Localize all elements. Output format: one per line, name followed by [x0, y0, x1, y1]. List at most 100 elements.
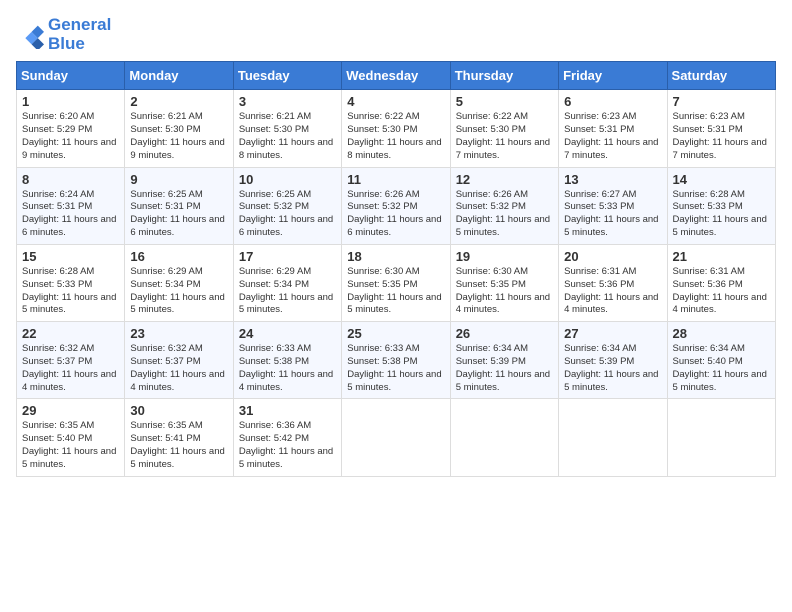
calendar-cell	[342, 399, 450, 476]
day-number: 24	[239, 326, 336, 341]
day-number: 14	[673, 172, 770, 187]
cell-content: Sunrise: 6:21 AMSunset: 5:30 PMDaylight:…	[130, 111, 227, 162]
calendar-cell: 31 Sunrise: 6:36 AMSunset: 5:42 PMDayligh…	[233, 399, 341, 476]
weekday-header-monday: Monday	[125, 62, 233, 90]
cell-content: Sunrise: 6:22 AMSunset: 5:30 PMDaylight:…	[456, 111, 553, 162]
day-number: 3	[239, 94, 336, 109]
weekday-header-sunday: Sunday	[17, 62, 125, 90]
day-number: 5	[456, 94, 553, 109]
logo-line1: General	[48, 16, 111, 35]
calendar-cell: 23 Sunrise: 6:32 AMSunset: 5:37 PMDayligh…	[125, 322, 233, 399]
cell-content: Sunrise: 6:23 AMSunset: 5:31 PMDaylight:…	[564, 111, 661, 162]
calendar-cell: 21 Sunrise: 6:31 AMSunset: 5:36 PMDayligh…	[667, 244, 775, 321]
calendar-cell	[667, 399, 775, 476]
cell-content: Sunrise: 6:35 AMSunset: 5:40 PMDaylight:…	[22, 420, 119, 471]
day-number: 4	[347, 94, 444, 109]
calendar-cell: 13 Sunrise: 6:27 AMSunset: 5:33 PMDayligh…	[559, 167, 667, 244]
cell-content: Sunrise: 6:27 AMSunset: 5:33 PMDaylight:…	[564, 189, 661, 240]
calendar-cell: 9Sunrise: 6:25 AMSunset: 5:31 PMDaylight…	[125, 167, 233, 244]
calendar-week-4: 22 Sunrise: 6:32 AMSunset: 5:37 PMDayligh…	[17, 322, 776, 399]
day-number: 19	[456, 249, 553, 264]
calendar-cell: 5 Sunrise: 6:22 AMSunset: 5:30 PMDaylight…	[450, 90, 558, 167]
weekday-header-friday: Friday	[559, 62, 667, 90]
day-number: 22	[22, 326, 119, 341]
calendar-cell: 14 Sunrise: 6:28 AMSunset: 5:33 PMDayligh…	[667, 167, 775, 244]
calendar-cell: 29 Sunrise: 6:35 AMSunset: 5:40 PMDayligh…	[17, 399, 125, 476]
weekday-header-tuesday: Tuesday	[233, 62, 341, 90]
weekday-header-wednesday: Wednesday	[342, 62, 450, 90]
day-number: 13	[564, 172, 661, 187]
day-number: 15	[22, 249, 119, 264]
cell-content: Sunrise: 6:36 AMSunset: 5:42 PMDaylight:…	[239, 420, 336, 471]
logo-line2: Blue	[48, 35, 111, 54]
cell-content: Sunrise: 6:29 AMSunset: 5:34 PMDaylight:…	[130, 266, 227, 317]
header: General Blue	[16, 16, 776, 53]
calendar-week-5: 29 Sunrise: 6:35 AMSunset: 5:40 PMDayligh…	[17, 399, 776, 476]
cell-content: Sunrise: 6:30 AMSunset: 5:35 PMDaylight:…	[347, 266, 444, 317]
calendar-cell	[450, 399, 558, 476]
calendar-cell: 3Sunrise: 6:21 AMSunset: 5:30 PMDaylight…	[233, 90, 341, 167]
calendar-cell: 20Sunrise: 6:31 AMSunset: 5:36 PMDayligh…	[559, 244, 667, 321]
cell-content: Sunrise: 6:25 AMSunset: 5:32 PMDaylight:…	[239, 189, 336, 240]
calendar-week-2: 8Sunrise: 6:24 AMSunset: 5:31 PMDaylight…	[17, 167, 776, 244]
calendar-cell: 19 Sunrise: 6:30 AMSunset: 5:35 PMDayligh…	[450, 244, 558, 321]
day-number: 30	[130, 403, 227, 418]
cell-content: Sunrise: 6:30 AMSunset: 5:35 PMDaylight:…	[456, 266, 553, 317]
cell-content: Sunrise: 6:32 AMSunset: 5:37 PMDaylight:…	[22, 343, 119, 394]
cell-content: Sunrise: 6:29 AMSunset: 5:34 PMDaylight:…	[239, 266, 336, 317]
logo-area: General Blue	[16, 16, 111, 53]
cell-content: Sunrise: 6:34 AMSunset: 5:39 PMDaylight:…	[564, 343, 661, 394]
cell-content: Sunrise: 6:23 AMSunset: 5:31 PMDaylight:…	[673, 111, 770, 162]
calendar-cell: 25Sunrise: 6:33 AMSunset: 5:38 PMDayligh…	[342, 322, 450, 399]
calendar-cell: 7 Sunrise: 6:23 AMSunset: 5:31 PMDaylight…	[667, 90, 775, 167]
day-number: 1	[22, 94, 119, 109]
calendar-table: SundayMondayTuesdayWednesdayThursdayFrid…	[16, 61, 776, 476]
calendar-cell: 11 Sunrise: 6:26 AMSunset: 5:32 PMDayligh…	[342, 167, 450, 244]
day-number: 18	[347, 249, 444, 264]
cell-content: Sunrise: 6:28 AMSunset: 5:33 PMDaylight:…	[673, 189, 770, 240]
calendar-cell: 2 Sunrise: 6:21 AMSunset: 5:30 PMDaylight…	[125, 90, 233, 167]
calendar-cell: 15 Sunrise: 6:28 AMSunset: 5:33 PMDayligh…	[17, 244, 125, 321]
calendar-cell: 27 Sunrise: 6:34 AMSunset: 5:39 PMDayligh…	[559, 322, 667, 399]
day-number: 27	[564, 326, 661, 341]
calendar-cell: 26 Sunrise: 6:34 AMSunset: 5:39 PMDayligh…	[450, 322, 558, 399]
cell-content: Sunrise: 6:31 AMSunset: 5:36 PMDaylight:…	[564, 266, 661, 317]
day-number: 29	[22, 403, 119, 418]
cell-content: Sunrise: 6:32 AMSunset: 5:37 PMDaylight:…	[130, 343, 227, 394]
cell-content: Sunrise: 6:22 AMSunset: 5:30 PMDaylight:…	[347, 111, 444, 162]
cell-content: Sunrise: 6:34 AMSunset: 5:39 PMDaylight:…	[456, 343, 553, 394]
day-number: 21	[673, 249, 770, 264]
cell-content: Sunrise: 6:20 AMSunset: 5:29 PMDaylight:…	[22, 111, 119, 162]
calendar-cell	[559, 399, 667, 476]
cell-content: Sunrise: 6:28 AMSunset: 5:33 PMDaylight:…	[22, 266, 119, 317]
day-number: 7	[673, 94, 770, 109]
cell-content: Sunrise: 6:35 AMSunset: 5:41 PMDaylight:…	[130, 420, 227, 471]
calendar-cell: 30 Sunrise: 6:35 AMSunset: 5:41 PMDayligh…	[125, 399, 233, 476]
day-number: 28	[673, 326, 770, 341]
calendar-cell: 1 Sunrise: 6:20 AMSunset: 5:29 PMDaylight…	[17, 90, 125, 167]
day-number: 10	[239, 172, 336, 187]
day-number: 31	[239, 403, 336, 418]
calendar-cell: 12Sunrise: 6:26 AMSunset: 5:32 PMDayligh…	[450, 167, 558, 244]
cell-content: Sunrise: 6:33 AMSunset: 5:38 PMDaylight:…	[239, 343, 336, 394]
day-number: 6	[564, 94, 661, 109]
day-number: 11	[347, 172, 444, 187]
day-number: 23	[130, 326, 227, 341]
calendar-week-3: 15 Sunrise: 6:28 AMSunset: 5:33 PMDayligh…	[17, 244, 776, 321]
day-number: 16	[130, 249, 227, 264]
day-number: 2	[130, 94, 227, 109]
calendar-cell: 22 Sunrise: 6:32 AMSunset: 5:37 PMDayligh…	[17, 322, 125, 399]
calendar-week-1: 1 Sunrise: 6:20 AMSunset: 5:29 PMDaylight…	[17, 90, 776, 167]
day-number: 9	[130, 172, 227, 187]
calendar-cell: 6 Sunrise: 6:23 AMSunset: 5:31 PMDaylight…	[559, 90, 667, 167]
day-number: 12	[456, 172, 553, 187]
cell-content: Sunrise: 6:24 AMSunset: 5:31 PMDaylight:…	[22, 189, 119, 240]
calendar-cell: 8Sunrise: 6:24 AMSunset: 5:31 PMDaylight…	[17, 167, 125, 244]
cell-content: Sunrise: 6:31 AMSunset: 5:36 PMDaylight:…	[673, 266, 770, 317]
calendar-cell: 28Sunrise: 6:34 AMSunset: 5:40 PMDayligh…	[667, 322, 775, 399]
calendar-header-row: SundayMondayTuesdayWednesdayThursdayFrid…	[17, 62, 776, 90]
day-number: 25	[347, 326, 444, 341]
day-number: 26	[456, 326, 553, 341]
cell-content: Sunrise: 6:26 AMSunset: 5:32 PMDaylight:…	[347, 189, 444, 240]
weekday-header-saturday: Saturday	[667, 62, 775, 90]
